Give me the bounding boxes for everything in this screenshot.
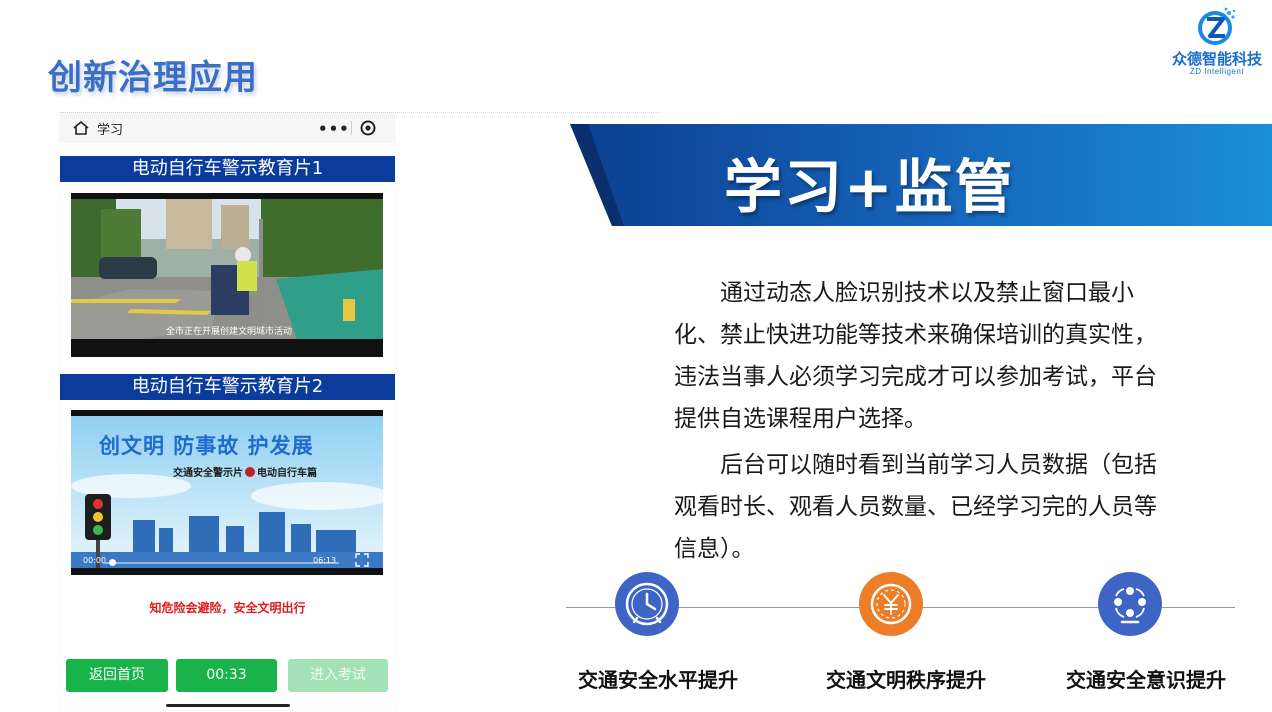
video-progress-handle[interactable]: [109, 559, 116, 566]
phone-page-title: 学习: [97, 123, 124, 138]
slide-title: 创新治理应用: [48, 58, 258, 98]
home-icon[interactable]: [72, 120, 90, 136]
video-1-player[interactable]: 全市正在开展创建文明城市活动: [71, 193, 383, 357]
mini-program-capsule: •••: [308, 116, 390, 140]
capsule-divider: [351, 121, 352, 135]
poster-subtitle-left: 交通安全警示片: [173, 468, 243, 479]
poster-badge-icon: [245, 467, 255, 477]
benefit-badge-2: [859, 572, 923, 636]
logo-z-icon: [1198, 7, 1236, 45]
section-banner-title: 学习+监管: [724, 153, 1015, 221]
description-paragraph-2-text: 后台可以随时看到当前学习人员数据（包括观看时长、观看人员数量、已经学习完的人员等…: [674, 452, 1157, 562]
study-timer-button[interactable]: 00:33: [176, 659, 277, 692]
logo-name: 众德智能科技: [1171, 50, 1262, 68]
video-2-player[interactable]: 创文明 防事故 护发展 交通安全警示片 电动自行车篇 00:00 06:13: [71, 410, 383, 575]
video-1-caption: 全市正在开展创建文明城市活动: [166, 327, 293, 337]
back-home-button[interactable]: 返回首页: [66, 659, 168, 692]
target-icon[interactable]: [360, 120, 376, 136]
description-paragraph-1: 通过动态人脸识别技术以及禁止窗口最小化、禁止快进功能等技术来确保培训的真实性，违…: [674, 272, 1164, 440]
yen-coin-icon: [870, 583, 912, 625]
description-paragraph-2: 后台可以随时看到当前学习人员数据（包括观看时长、观看人员数量、已经学习完的人员等…: [674, 444, 1164, 570]
people-network-icon: [1114, 587, 1146, 624]
phone-screen: 学习 ••• 电动自行车警示教育片1 全市正在开展创建文明城市活动 电动自行车警…: [60, 113, 395, 710]
more-icon[interactable]: •••: [318, 120, 350, 138]
benefit-label-1: 交通安全水平提升: [578, 668, 738, 692]
safety-slogan: 知危险会避险，安全文明出行: [149, 601, 306, 615]
fullscreen-icon[interactable]: [355, 553, 369, 567]
video-1-banner[interactable]: 电动自行车警示教育片1: [60, 156, 395, 182]
video-progress-track[interactable]: [103, 562, 339, 564]
phone-nav-bar: 学习 •••: [60, 113, 395, 143]
poster-subtitle-right: 电动自行车篇: [257, 468, 317, 479]
home-indicator: [166, 704, 290, 707]
enter-exam-button[interactable]: 进入考试: [288, 659, 388, 692]
clock-icon: [625, 582, 669, 626]
benefit-badge-3: [1098, 572, 1162, 636]
benefit-badge-1: [615, 572, 679, 636]
description-paragraph-1-text: 通过动态人脸识别技术以及禁止窗口最小化、禁止快进功能等技术来确保培训的真实性，违…: [674, 280, 1157, 432]
poster-subtitle: 交通安全警示片 电动自行车篇: [173, 464, 317, 479]
video-2-banner[interactable]: 电动自行车警示教育片2: [60, 374, 395, 400]
video-total-time: 06:13: [313, 556, 337, 565]
company-logo: 众德智能科技 ZD Intelligent: [1162, 4, 1272, 84]
benefit-label-2: 交通文明秩序提升: [826, 668, 986, 692]
poster-title: 创文明 防事故 护发展: [99, 434, 314, 458]
benefit-label-3: 交通安全意识提升: [1066, 668, 1226, 692]
